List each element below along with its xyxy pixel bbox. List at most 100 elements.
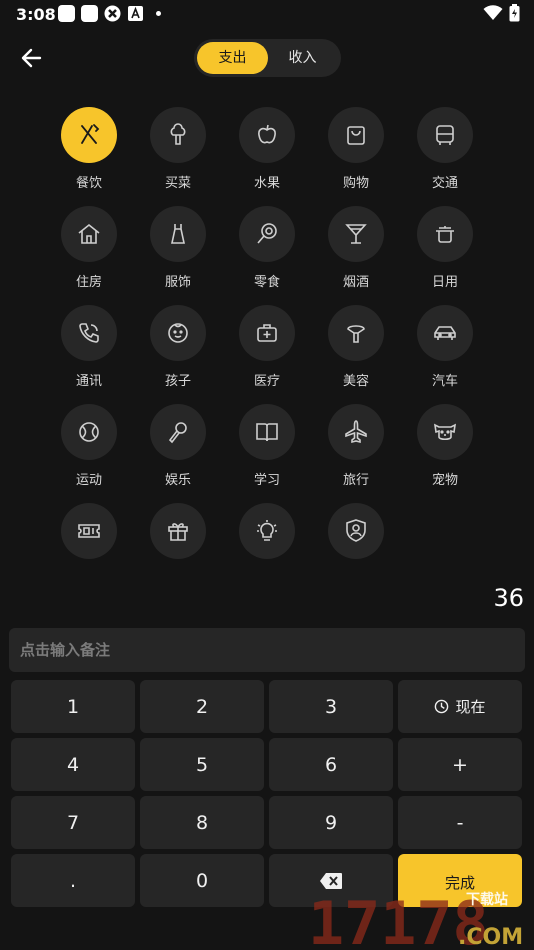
category-item-startup[interactable]: 创业 <box>227 503 307 570</box>
category-label: 汽车 <box>431 374 458 389</box>
font-icon <box>128 6 143 21</box>
watermark-domain: .COM <box>458 925 523 948</box>
category-item-sports[interactable]: 运动 <box>49 404 129 488</box>
key-dot[interactable]: . <box>11 854 135 907</box>
category-item-pets[interactable]: 宠物 <box>405 404 485 488</box>
category-icon-wrap <box>61 107 117 163</box>
system-icons <box>483 4 520 22</box>
fork-knife-icon <box>81 124 100 144</box>
battery-icon <box>509 4 520 22</box>
dog-icon <box>433 423 457 441</box>
phone-icon <box>79 323 99 343</box>
category-label: 交通 <box>431 176 458 191</box>
back-arrow-icon[interactable] <box>18 44 46 72</box>
key-4[interactable]: 4 <box>11 738 135 791</box>
category-label: 学习 <box>253 473 280 488</box>
category-label: 旅行 <box>342 473 369 488</box>
shield-person-icon <box>346 519 366 542</box>
category-item-shopping[interactable]: 购物 <box>316 107 396 191</box>
brush-icon <box>347 325 365 343</box>
key-minus[interactable]: - <box>398 796 522 849</box>
key-2[interactable]: 2 <box>140 680 264 733</box>
category-item-beauty[interactable]: 美容 <box>316 305 396 389</box>
category-item-travel[interactable]: 旅行 <box>316 404 396 488</box>
category-label: 烟酒 <box>342 275 369 290</box>
key-0[interactable]: 0 <box>140 854 264 907</box>
backspace-icon <box>320 872 342 889</box>
category-label: 餐饮 <box>75 176 102 191</box>
broccoli-icon <box>170 123 186 145</box>
category-item-insurance[interactable]: 保险 <box>316 503 396 570</box>
dress-icon <box>171 224 185 244</box>
category-label: 购物 <box>342 176 369 191</box>
category-label: 医疗 <box>253 374 280 389</box>
lottery-ticket-icon <box>78 524 100 538</box>
microphone-icon <box>168 422 187 444</box>
medical-kit-icon <box>257 324 277 342</box>
category-label: 保险 <box>316 568 396 570</box>
category-label: 礼金 <box>138 568 218 570</box>
tab-expense[interactable]: 支出 <box>197 42 268 74</box>
category-item-fruit[interactable]: 水果 <box>227 107 307 191</box>
category-item-lottery[interactable]: 彩票 <box>49 503 129 570</box>
category-item-study[interactable]: 学习 <box>227 404 307 488</box>
bus-icon <box>436 125 454 145</box>
category-label: 服饰 <box>164 275 191 290</box>
key-9[interactable]: 9 <box>269 796 393 849</box>
category-item-snacks[interactable]: 零食 <box>227 206 307 290</box>
category-item-gift-money[interactable]: 礼金 <box>138 503 218 570</box>
expense-income-toggle: 支出 收入 <box>194 39 341 77</box>
status-bar: 3:08 <box>0 0 534 28</box>
gift-icon <box>168 523 188 541</box>
category-item-daily-use[interactable]: 日用 <box>405 206 485 290</box>
date-now-button[interactable]: 现在 <box>398 680 522 733</box>
airplane-icon <box>345 420 367 444</box>
date-now-label: 现在 <box>455 698 486 716</box>
key-1[interactable]: 1 <box>11 680 135 733</box>
category-item-car[interactable]: 汽车 <box>405 305 485 389</box>
lollipop-icon <box>257 223 277 244</box>
category-item-entertainment[interactable]: 娱乐 <box>138 404 218 488</box>
key-3[interactable]: 3 <box>269 680 393 733</box>
tab-income[interactable]: 收入 <box>267 42 338 74</box>
category-label: 美容 <box>342 374 369 389</box>
more-dot-icon <box>156 11 161 16</box>
category-item-transport[interactable]: 交通 <box>405 107 485 191</box>
category-item-clothing[interactable]: 服饰 <box>138 206 218 290</box>
category-item-housing[interactable]: 住房 <box>49 206 129 290</box>
category-label: 彩票 <box>49 568 129 570</box>
key-8[interactable]: 8 <box>140 796 264 849</box>
category-item-kids[interactable]: 孩子 <box>138 305 218 389</box>
category-label: 创业 <box>227 568 307 570</box>
baby-icon <box>168 323 188 343</box>
house-icon <box>78 223 100 244</box>
pot-icon <box>436 226 454 243</box>
category-label: 孩子 <box>164 374 191 389</box>
key-6[interactable]: 6 <box>269 738 393 791</box>
notification-icons <box>58 5 161 22</box>
book-icon <box>256 423 278 442</box>
category-label: 零食 <box>253 275 280 290</box>
category-label: 水果 <box>253 176 280 191</box>
status-time: 3:08 <box>16 5 56 24</box>
apple-icon <box>258 124 276 144</box>
note-input[interactable] <box>9 628 525 672</box>
category-label: 住房 <box>75 275 102 290</box>
category-grid: 餐饮 买菜 水果 购物 交通 住房 服饰 零食 烟酒 日用 通讯 孩子 医疗 美… <box>0 100 534 570</box>
category-item-tobacco-alcohol[interactable]: 烟酒 <box>316 206 396 290</box>
category-label: 宠物 <box>431 473 458 488</box>
category-label: 买菜 <box>164 176 191 191</box>
key-5[interactable]: 5 <box>140 738 264 791</box>
category-item-dining[interactable]: 餐饮 <box>49 107 129 191</box>
category-item-telecom[interactable]: 通讯 <box>49 305 129 389</box>
category-label: 通讯 <box>75 374 102 389</box>
category-item-vegetables[interactable]: 买菜 <box>138 107 218 191</box>
category-label: 日用 <box>431 275 458 290</box>
site-watermark: 17178 下载站 .COM <box>308 889 523 948</box>
category-label: 运动 <box>75 473 102 488</box>
shopping-bag-icon <box>347 126 365 145</box>
key-plus[interactable]: + <box>398 738 522 791</box>
category-item-medical[interactable]: 医疗 <box>227 305 307 389</box>
key-7[interactable]: 7 <box>11 796 135 849</box>
notification-icon <box>81 5 98 22</box>
